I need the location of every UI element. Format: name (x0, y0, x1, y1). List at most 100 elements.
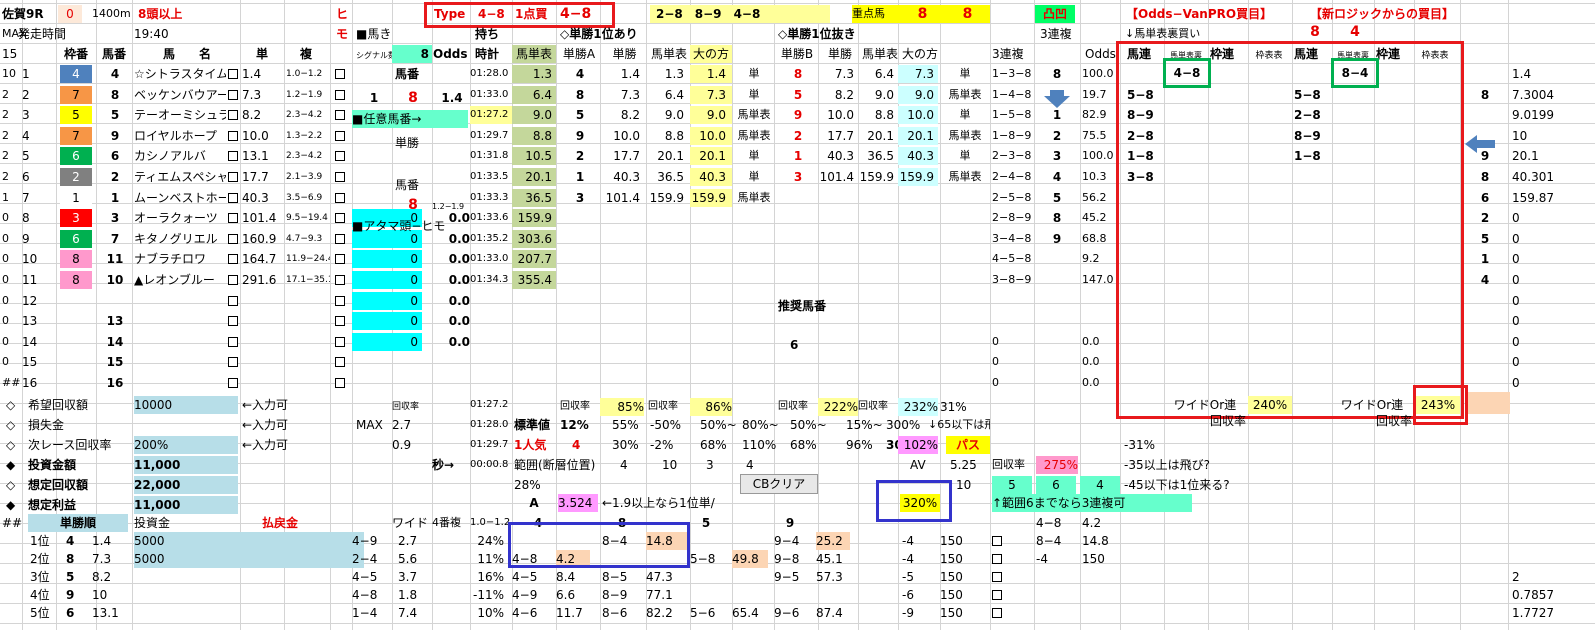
row-checkbox[interactable] (335, 337, 345, 347)
stat-cell: 4 (620, 458, 628, 472)
combo-1: 2−8 8−9 4−8 (650, 5, 830, 23)
yel-col (690, 271, 732, 292)
wide-pct: 11% (477, 552, 504, 566)
horse-name: ロイヤルホープ (134, 129, 217, 143)
checkbox[interactable] (228, 357, 238, 367)
mid-8: 8 (408, 197, 418, 213)
checkbox[interactable] (228, 234, 238, 244)
combo-cell: 150 (940, 534, 963, 548)
right-val: 0 (1512, 294, 1520, 308)
tansho: 40.3 (613, 170, 640, 184)
wide-hdr: ワイド (392, 516, 429, 530)
checkbox[interactable] (228, 131, 238, 141)
sanren: 2−4−8 (992, 170, 1032, 183)
rank-odds: 10 (92, 588, 108, 602)
combo-cell: 5−8 (690, 552, 716, 566)
row-checkbox[interactable] (335, 90, 345, 100)
right-num: 8 (1480, 88, 1490, 102)
fuku-range: 11.9−24.4 (286, 254, 330, 264)
checkbox[interactable] (228, 110, 238, 120)
row-checkbox[interactable] (335, 213, 345, 223)
gridline-v (990, 0, 991, 630)
checkbox[interactable] (228, 378, 238, 388)
row-checkbox[interactable] (335, 172, 345, 182)
checkbox[interactable] (228, 193, 238, 203)
side-odds: 150 (1082, 552, 1105, 566)
combo-cell: 6.6 (556, 588, 576, 602)
max-lbl: MAX (356, 418, 383, 432)
zero-cell: 0 (352, 333, 422, 351)
fuku-range: 4.7−9.3 (286, 234, 323, 244)
row-checkbox[interactable] (335, 378, 345, 388)
row-index: 1 (22, 67, 30, 81)
checkbox[interactable] (228, 69, 238, 79)
row-checkbox[interactable] (335, 275, 345, 285)
fuku-range: 1.2−1.9 (286, 90, 323, 100)
col-hdr: 5 (701, 516, 711, 530)
umatan-cell: 9.0 (512, 106, 556, 124)
row-checkbox[interactable] (335, 193, 345, 203)
side-combo: -4 (1036, 552, 1048, 566)
wakuren-hdr1: 枠連 (1210, 47, 1235, 61)
row-checkbox[interactable] (335, 296, 345, 306)
checkbox[interactable] (228, 296, 238, 306)
waku-hdr: 枠番 (63, 47, 88, 61)
yel-col (690, 250, 732, 271)
umaren-cell: 1−8 (1127, 149, 1154, 163)
sanren: 1−5−8 (992, 108, 1032, 121)
right-val: 0 (1512, 211, 1520, 225)
yel-col (690, 374, 732, 395)
checkbox[interactable] (228, 213, 238, 223)
combo-cell: 77.1 (646, 588, 673, 602)
stat-cell: 5.25 (950, 458, 977, 472)
umatan-hdr: 馬単表 (512, 45, 556, 63)
umaren-cell: 2−8 (1127, 129, 1154, 143)
row-checkbox[interactable] (335, 69, 345, 79)
checkbox[interactable] (228, 151, 238, 161)
checkbox[interactable] (228, 337, 238, 347)
row-checkbox[interactable] (335, 357, 345, 367)
type-value: 4−8 (478, 7, 505, 21)
row-num: 2 (2, 170, 9, 183)
row-checkbox[interactable] (335, 131, 345, 141)
row-num: ## (2, 376, 20, 389)
bottom-checkbox[interactable] (992, 590, 1002, 600)
row-num: 2 (2, 149, 9, 162)
sanfuku-hdr: 3連複 (1040, 27, 1072, 41)
uma-cell: 13 (106, 314, 124, 328)
row-checkbox[interactable] (335, 254, 345, 264)
checkbox[interactable] (228, 316, 238, 326)
sanren-n: 4 (1052, 170, 1062, 184)
tan-odds: 1.4 (242, 67, 262, 81)
checkbox[interactable] (228, 254, 238, 264)
right-bottom: 0.7857 (1512, 588, 1554, 602)
checkbox[interactable] (228, 275, 238, 285)
checkbox[interactable] (228, 90, 238, 100)
row-checkbox[interactable] (335, 151, 345, 161)
tansho-b: 101.4 (819, 170, 854, 184)
bottom-hdr: 単勝順 (28, 514, 128, 532)
bottom-checkbox[interactable] (992, 536, 1002, 546)
bottom-checkbox[interactable] (992, 554, 1002, 564)
right-val: 10 (1512, 129, 1528, 143)
cyan-light-col (898, 230, 988, 251)
fuku-range: 1.3−2.2 (286, 131, 323, 141)
time-label: 発走時間 (18, 27, 67, 41)
rank-uma: 9 (66, 588, 75, 602)
tansho-b: 10.0 (827, 108, 854, 122)
row-checkbox[interactable] (335, 234, 345, 244)
bottom-checkbox[interactable] (992, 608, 1002, 618)
new-title: 【新ロジックからの買目】 (1310, 7, 1455, 21)
horse-name: ☆シトラスタイム (134, 67, 226, 81)
row-checkbox[interactable] (335, 110, 345, 120)
cb-clear-button[interactable]: CBクリア (740, 474, 818, 494)
mochi: 持ち (475, 27, 500, 41)
left-value: 11,000 (134, 496, 238, 514)
checkbox[interactable] (228, 172, 238, 182)
left-value[interactable]: 200% (134, 436, 238, 454)
bottom-checkbox[interactable] (992, 572, 1002, 582)
row-checkbox[interactable] (335, 316, 345, 326)
fuku-range: 9.5−19.4 (286, 213, 328, 223)
left-value[interactable]: 10000 (134, 396, 238, 414)
wide-combo: 2−4 (352, 552, 378, 566)
